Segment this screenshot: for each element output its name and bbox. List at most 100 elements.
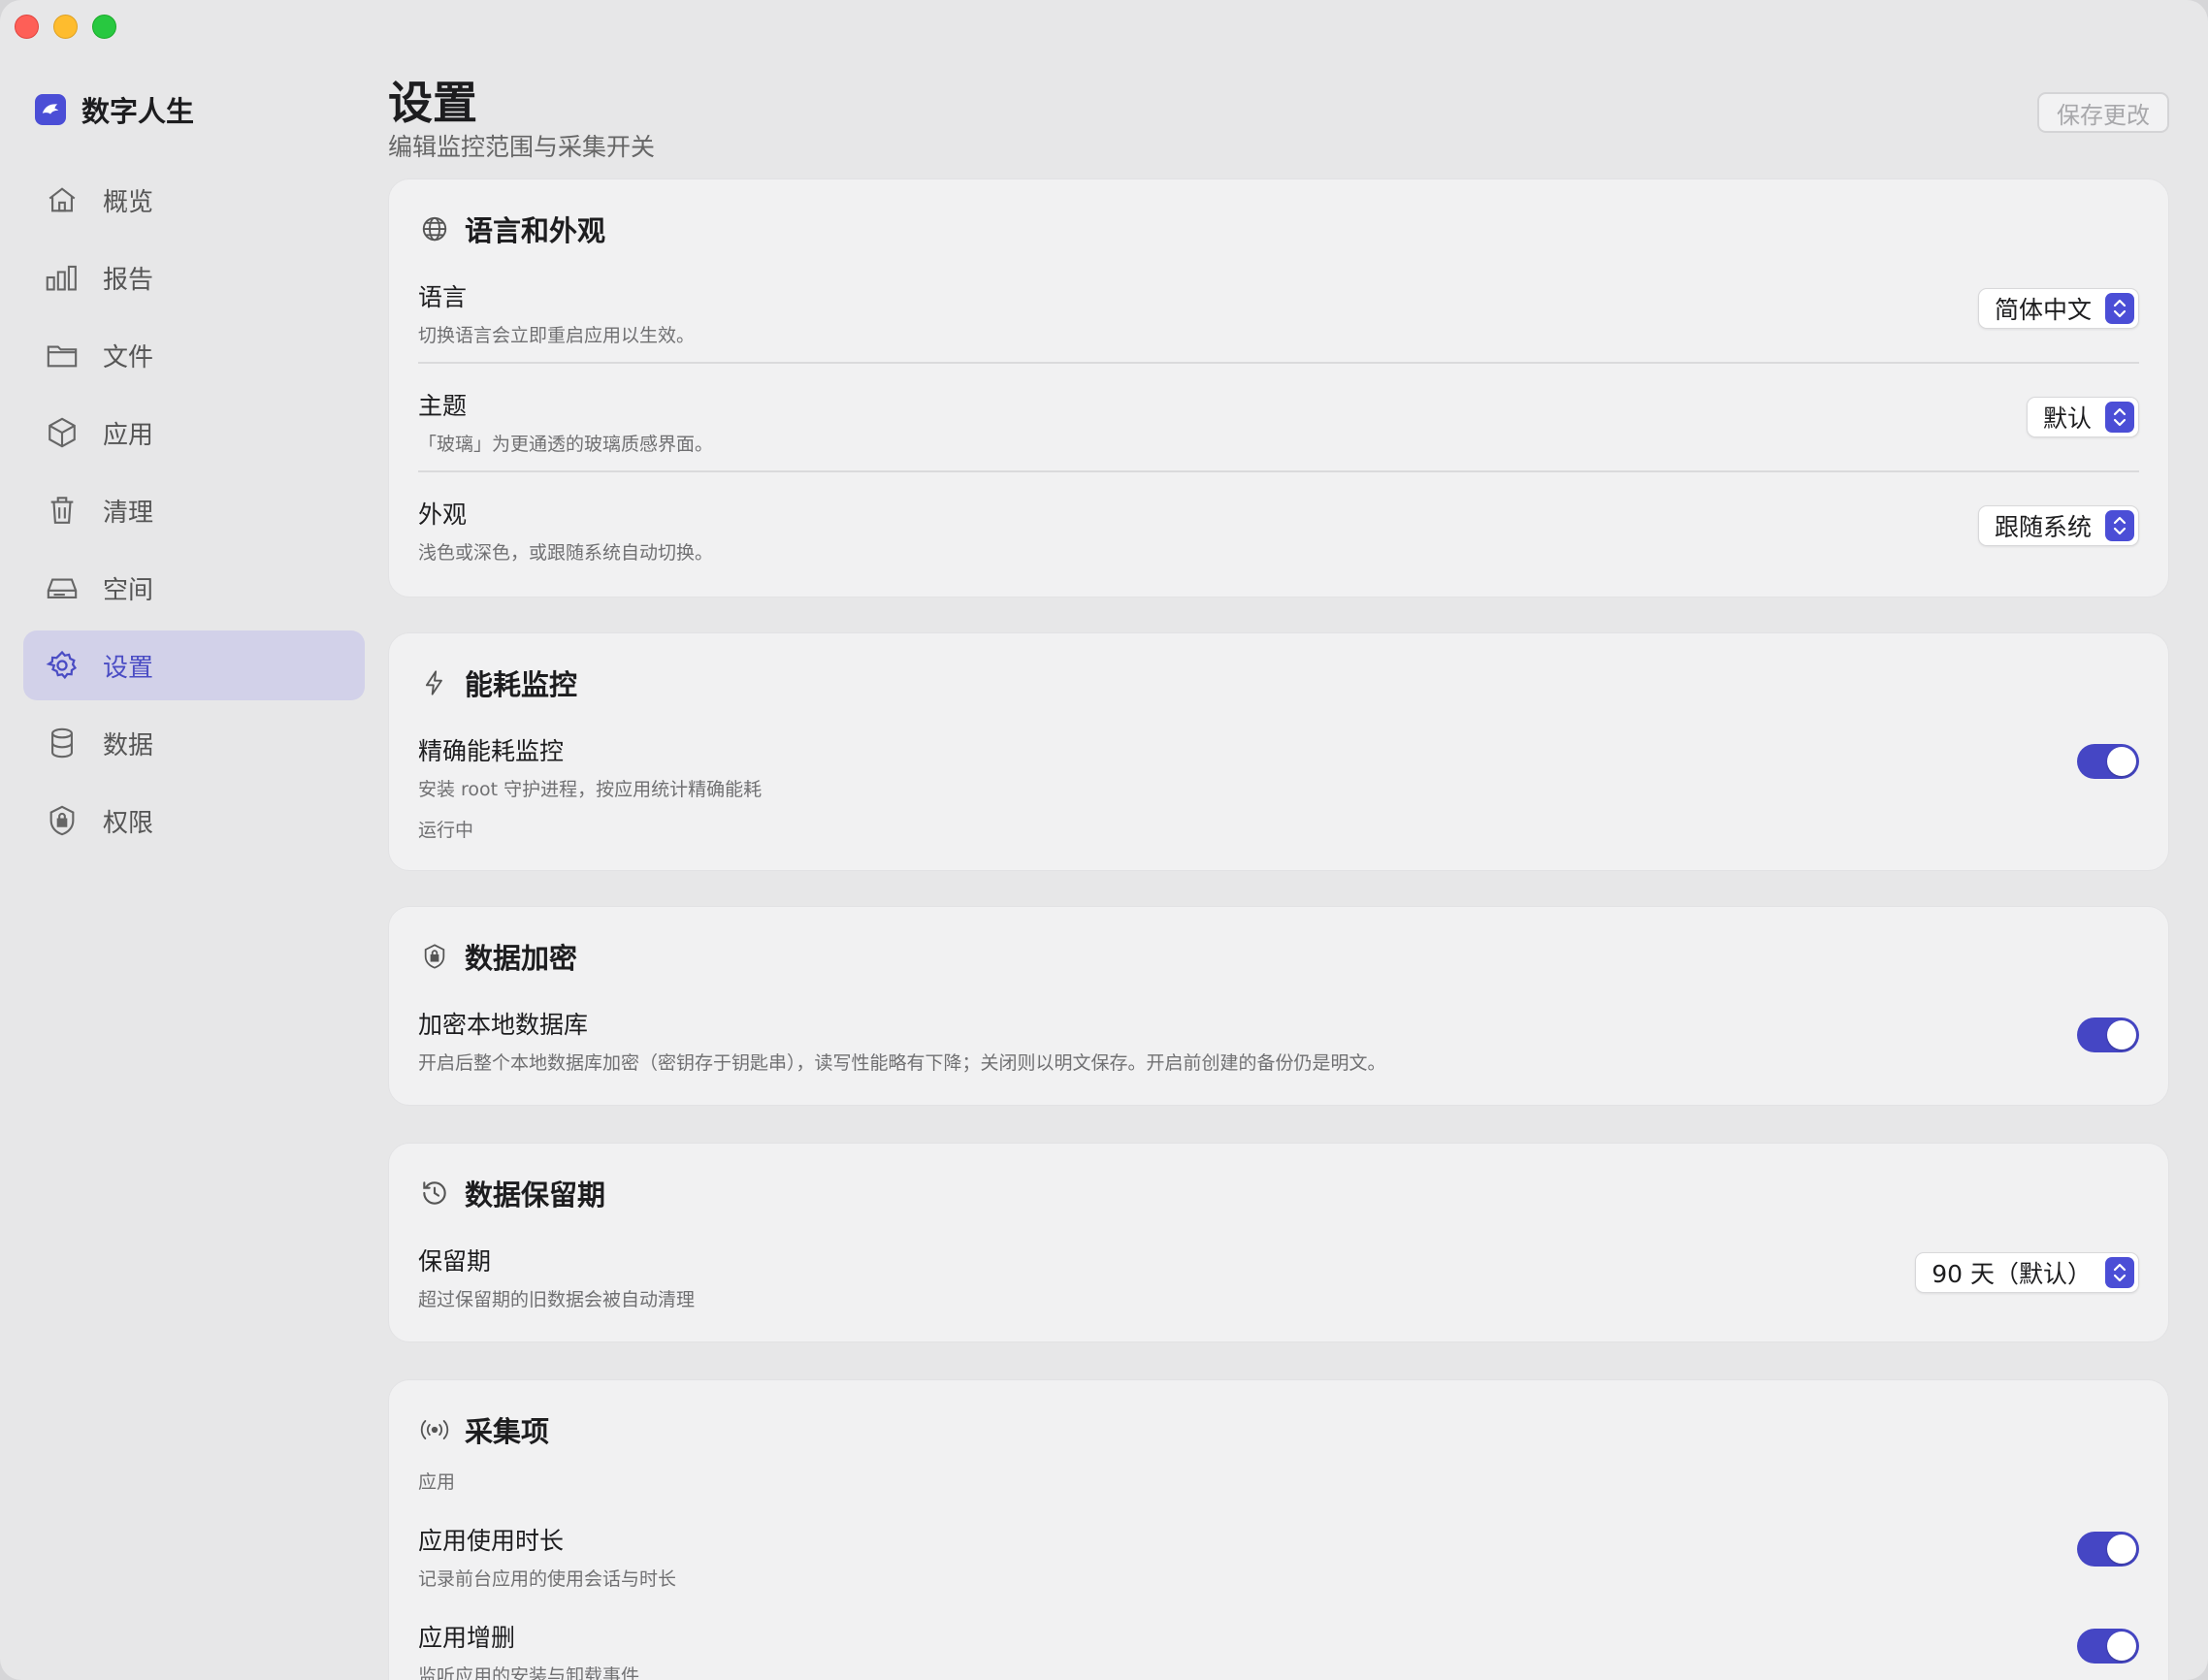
collection-card: 采集项 应用 应用使用时长 记录前台应用的使用会话与时长 应用增删 监听应用的安… bbox=[388, 1379, 2169, 1680]
page-title: 设置 bbox=[388, 77, 477, 129]
sidebar-item-label: 概览 bbox=[103, 187, 154, 217]
app-name: 数字人生 bbox=[81, 95, 195, 128]
sidebar-item-label: 报告 bbox=[103, 265, 154, 295]
retention-period-row: 保留期 超过保留期的旧数据会被自动清理 bbox=[418, 1243, 2139, 1311]
sidebar-item-apps[interactable]: 应用 bbox=[23, 398, 365, 468]
row-description: 「玻璃」为更通透的玻璃质感界面。 bbox=[418, 434, 714, 455]
theme-row: 主题 「玻璃」为更通透的玻璃质感界面。 bbox=[418, 387, 2139, 456]
row-title: 保留期 bbox=[418, 1247, 492, 1276]
card-header: 采集项 bbox=[418, 1409, 549, 1450]
row-title: 主题 bbox=[418, 392, 468, 420]
row-title: 精确能耗监控 bbox=[418, 737, 565, 765]
app-usage-row: 应用使用时长 记录前台应用的使用会话与时长 bbox=[418, 1522, 2139, 1591]
select-value: 90 天（默认） bbox=[1932, 1260, 2092, 1288]
sidebar-item-overview[interactable]: 概览 bbox=[23, 165, 365, 235]
app-install-toggle[interactable] bbox=[2077, 1629, 2139, 1664]
sidebar-item-label: 清理 bbox=[103, 498, 154, 528]
sidebar-item-files[interactable]: 文件 bbox=[23, 320, 365, 390]
sidebar: 数字人生 概览 报告 文件 应用 清理 空间 设置 数据 权限 bbox=[0, 0, 378, 1680]
globe-icon bbox=[418, 212, 451, 245]
row-title: 应用使用时长 bbox=[418, 1527, 565, 1555]
chevron-up-down-icon bbox=[2105, 510, 2134, 541]
shield-lock-icon bbox=[418, 940, 451, 973]
card-header: 数据保留期 bbox=[418, 1173, 605, 1213]
card-title: 语言和外观 bbox=[465, 214, 606, 247]
row-description: 开启后整个本地数据库加密（密钥存于钥匙串），读写性能略有下降；关闭则以明文保存。… bbox=[418, 1052, 1386, 1074]
sidebar-nav: 概览 报告 文件 应用 清理 空间 设置 数据 权限 bbox=[23, 165, 365, 863]
app-usage-toggle[interactable] bbox=[2077, 1532, 2139, 1567]
folder-icon bbox=[45, 338, 80, 372]
retention-card: 数据保留期 保留期 超过保留期的旧数据会被自动清理 90 天（默认） bbox=[388, 1143, 2169, 1342]
toggle-knob bbox=[2107, 1020, 2136, 1050]
gear-icon bbox=[45, 648, 80, 683]
sidebar-item-label: 文件 bbox=[103, 342, 154, 372]
row-title: 语言 bbox=[418, 283, 468, 311]
row-description: 切换语言会立即重启应用以生效。 bbox=[418, 325, 696, 346]
select-value: 跟随系统 bbox=[1994, 513, 2092, 541]
row-description: 记录前台应用的使用会话与时长 bbox=[418, 1568, 677, 1590]
sidebar-item-label: 设置 bbox=[103, 653, 154, 683]
toggle-knob bbox=[2107, 1535, 2136, 1564]
card-title: 数据加密 bbox=[465, 942, 578, 975]
divider bbox=[418, 362, 2139, 364]
energy-card: 能耗监控 精确能耗监控 安装 root 守护进程，按应用统计精确能耗 运行中 bbox=[388, 632, 2169, 871]
bar-chart-icon bbox=[45, 260, 80, 295]
app-install-row: 应用增删 监听应用的安装与卸载事件 bbox=[418, 1619, 2139, 1680]
app-window: 数字人生 概览 报告 文件 应用 清理 空间 设置 数据 权限 设置 编辑监控范… bbox=[0, 0, 2208, 1680]
divider bbox=[418, 470, 2139, 472]
theme-select[interactable]: 默认 bbox=[2026, 397, 2139, 437]
appearance-row: 外观 浅色或深色，或跟随系统自动切换。 bbox=[418, 496, 2139, 565]
language-select[interactable]: 简体中文 bbox=[1977, 288, 2139, 329]
sidebar-item-permissions[interactable]: 权限 bbox=[23, 786, 365, 856]
page-subtitle: 编辑监控范围与采集开关 bbox=[388, 133, 656, 161]
broadcast-icon bbox=[418, 1413, 451, 1446]
chevron-up-down-icon bbox=[2105, 293, 2134, 324]
card-header: 语言和外观 bbox=[418, 209, 605, 249]
bolt-icon bbox=[418, 666, 451, 699]
sidebar-item-label: 空间 bbox=[103, 575, 154, 605]
select-value: 简体中文 bbox=[1994, 296, 2092, 324]
retention-period-select[interactable]: 90 天（默认） bbox=[1915, 1252, 2139, 1293]
brand: 数字人生 bbox=[35, 89, 194, 130]
sidebar-item-settings[interactable]: 设置 bbox=[23, 630, 365, 700]
package-icon bbox=[45, 415, 80, 450]
language-row: 语言 切换语言会立即重启应用以生效。 bbox=[418, 278, 2139, 347]
row-title: 加密本地数据库 bbox=[418, 1011, 589, 1039]
card-title: 采集项 bbox=[465, 1415, 550, 1448]
sidebar-item-data[interactable]: 数据 bbox=[23, 708, 365, 778]
chevron-up-down-icon bbox=[2105, 402, 2134, 433]
card-header: 数据加密 bbox=[418, 936, 577, 977]
save-changes-button[interactable]: 保存更改 bbox=[2037, 92, 2169, 133]
card-title: 能耗监控 bbox=[465, 668, 578, 701]
history-icon bbox=[418, 1177, 451, 1210]
row-description: 超过保留期的旧数据会被自动清理 bbox=[418, 1289, 696, 1310]
status-text: 运行中 bbox=[418, 820, 474, 841]
sidebar-item-cleanup[interactable]: 清理 bbox=[23, 475, 365, 545]
database-icon bbox=[45, 726, 80, 760]
appearance-select[interactable]: 跟随系统 bbox=[1977, 505, 2139, 546]
toggle-knob bbox=[2107, 1632, 2136, 1661]
encryption-card: 数据加密 加密本地数据库 开启后整个本地数据库加密（密钥存于钥匙串），读写性能略… bbox=[388, 906, 2169, 1106]
row-description: 浅色或深色，或跟随系统自动切换。 bbox=[418, 542, 714, 564]
sidebar-item-space[interactable]: 空间 bbox=[23, 553, 365, 623]
row-title: 外观 bbox=[418, 501, 468, 529]
card-header: 能耗监控 bbox=[418, 662, 577, 703]
sidebar-item-reports[interactable]: 报告 bbox=[23, 242, 365, 312]
row-title: 应用增删 bbox=[418, 1624, 516, 1652]
precise-energy-toggle[interactable] bbox=[2077, 744, 2139, 779]
encrypt-db-toggle[interactable] bbox=[2077, 1018, 2139, 1052]
sidebar-item-label: 权限 bbox=[103, 808, 154, 838]
drive-icon bbox=[45, 570, 80, 605]
card-title: 数据保留期 bbox=[465, 1179, 606, 1212]
toggle-knob bbox=[2107, 747, 2136, 776]
shield-lock-icon bbox=[45, 803, 80, 838]
row-description: 安装 root 守护进程，按应用统计精确能耗 bbox=[418, 779, 763, 800]
trash-icon bbox=[45, 493, 80, 528]
row-description: 监听应用的安装与卸载事件 bbox=[418, 1665, 640, 1680]
encrypt-db-row: 加密本地数据库 开启后整个本地数据库加密（密钥存于钥匙串），读写性能略有下降；关… bbox=[418, 1006, 2139, 1075]
select-value: 默认 bbox=[2042, 404, 2092, 433]
chevron-up-down-icon bbox=[2105, 1257, 2134, 1288]
appearance-card: 语言和外观 语言 切换语言会立即重启应用以生效。 简体中文 主题 「玻璃」为更通… bbox=[388, 178, 2169, 598]
home-icon bbox=[45, 182, 80, 217]
sidebar-item-label: 数据 bbox=[103, 730, 154, 760]
